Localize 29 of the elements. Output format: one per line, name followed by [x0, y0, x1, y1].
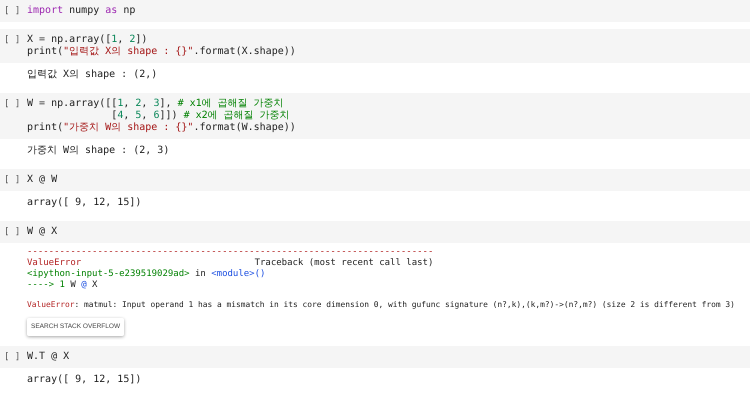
code-cell[interactable]: [ ] W.T @ X — [0, 346, 750, 368]
code-line: print("입력값 X의 shape : {}".format(X.shape)) — [27, 46, 296, 58]
traceback-line: <ipython-input-5-e239519029ad> in <module>() — [27, 269, 266, 280]
code-cell[interactable]: [ ] import numpy as np — [0, 0, 750, 22]
code-line: W @ X — [27, 226, 58, 238]
cell-prompt[interactable]: [ ] — [0, 174, 27, 186]
code-line: import numpy as np — [27, 5, 136, 17]
cell-prompt[interactable]: [ ] — [0, 5, 27, 17]
output-text: 입력값 X의 shape : (2,) — [27, 68, 158, 81]
code-line: print("가중치 W의 shape : {}".format(W.shape)) — [27, 122, 296, 134]
traceback-line: ValueError Traceback (most recent call last) — [27, 258, 434, 269]
cell-prompt[interactable]: [ ] — [0, 226, 27, 238]
code-cell[interactable]: [ ] W @ X — [0, 221, 750, 243]
code-cell[interactable]: [ ] X @ W — [0, 169, 750, 191]
traceback-line: ----> 1 W @ X — [27, 280, 98, 291]
output-text: 가중치 W의 shape : (2, 3) — [27, 144, 170, 157]
code-line: [4, 5, 6]]) # x2에 곱해질 가중치 — [110, 110, 290, 122]
code-line: X @ W — [27, 174, 58, 186]
output-text: array([ 9, 12, 15]) — [27, 372, 142, 386]
traceback-line: --------------------------------------------------------------------------- — [27, 247, 434, 258]
cell-prompt[interactable]: [ ] — [0, 350, 27, 363]
code-line: X = np.array([1, 2]) — [27, 34, 148, 46]
code-line: W.T @ X — [27, 350, 70, 363]
code-cell[interactable]: [ ] X = np.array([1, 2]) print("입력값 X의 shape : {}".format(X.shape)) — [0, 29, 750, 63]
output-text: array([ 9, 12, 15]) — [27, 196, 142, 209]
cell-prompt[interactable]: [ ] — [0, 34, 27, 58]
code-cell[interactable]: [ ] W = np.array([[1, 2, 3], # x1에 곱해질 가중치 [4, 5, 6]]) # x2에 곱해질 가중치 print("가중치 W의 shape : {}".format(W.shape)) — [0, 93, 750, 139]
cell-prompt[interactable]: [ ] — [0, 98, 27, 134]
code-line: W = np.array([[1, 2, 3], # x1에 곱해질 가중치 — [27, 98, 284, 110]
